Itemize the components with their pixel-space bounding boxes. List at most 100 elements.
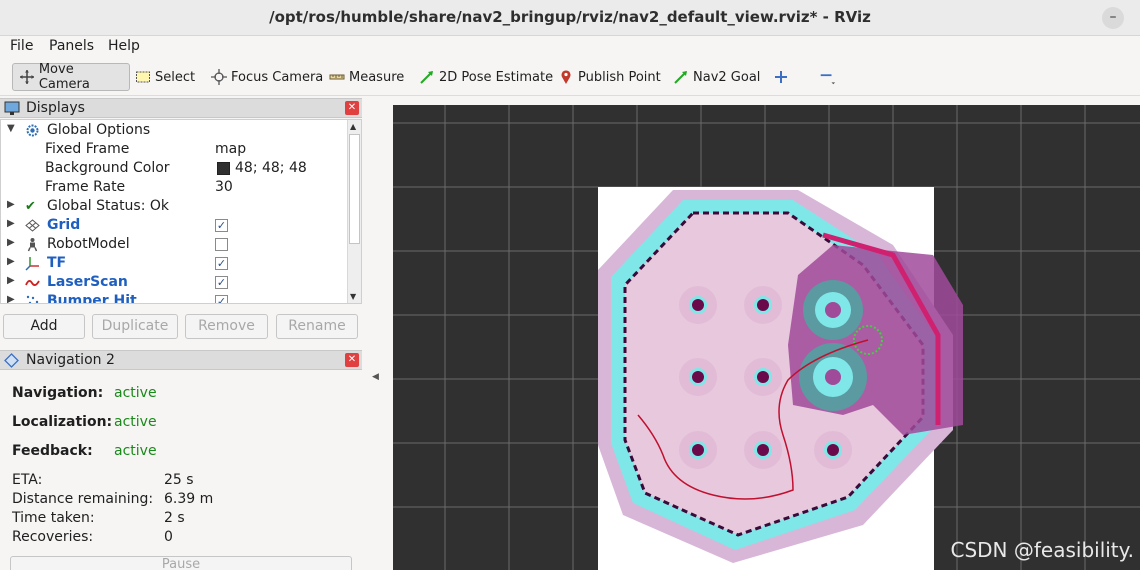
minus-icon <box>818 68 836 86</box>
grid-label: Grid <box>47 217 81 233</box>
navigation-panel-header: Navigation 2 ✕ <box>0 350 362 370</box>
fixed-frame-value[interactable]: map <box>215 141 246 157</box>
tree-row-frame-rate[interactable]: Frame Rate 30 <box>1 178 347 197</box>
robotmodel-label: RobotModel <box>47 236 130 252</box>
scrollbar-thumb[interactable] <box>349 134 360 244</box>
window-title: /opt/ros/humble/share/nav2_bringup/rviz/… <box>269 8 871 26</box>
tree-row-background-color[interactable]: Background Color 48; 48; 48 <box>1 159 347 178</box>
close-navigation-icon[interactable]: ✕ <box>345 353 359 367</box>
measure-tool[interactable]: Measure <box>328 63 404 91</box>
menu-help[interactable]: Help <box>108 38 140 54</box>
nav2-goal-tool[interactable]: Nav2 Goal <box>672 63 760 91</box>
tree-row-bumper-hit[interactable]: ▶ Bumper Hit ✓ <box>1 292 347 303</box>
expand-arrow-icon[interactable]: ▶ <box>7 294 15 303</box>
pause-button[interactable]: Pause <box>10 556 352 570</box>
title-bar: /opt/ros/humble/share/nav2_bringup/rviz/… <box>0 0 1140 36</box>
focus-camera-icon <box>210 68 228 86</box>
add-display-button[interactable]: Add <box>3 314 85 339</box>
time-label: Time taken: <box>12 510 95 526</box>
laserscan-icon <box>25 275 41 291</box>
menu-file[interactable]: File <box>10 38 33 54</box>
frame-rate-label: Frame Rate <box>45 179 126 195</box>
tree-row-global-options[interactable]: ▼ Global Options <box>1 121 347 140</box>
localization-value: active <box>114 414 157 430</box>
close-displays-icon[interactable]: ✕ <box>345 101 359 115</box>
rename-display-button[interactable]: Rename <box>276 314 358 339</box>
move-camera-tool[interactable]: Move Camera <box>12 62 130 92</box>
collapse-arrow-icon[interactable]: ◀ <box>372 372 379 382</box>
expand-arrow-icon[interactable]: ▶ <box>7 256 15 267</box>
tree-row-tf[interactable]: ▶ TF ✓ <box>1 254 347 273</box>
bumper-hit-icon <box>25 294 41 303</box>
remove-display-button[interactable]: Remove <box>185 314 268 339</box>
measure-label: Measure <box>349 69 405 85</box>
localization-label: Localization: <box>12 414 113 430</box>
expand-arrow-icon[interactable]: ▶ <box>7 237 15 248</box>
duplicate-display-button[interactable]: Duplicate <box>92 314 178 339</box>
focus-camera-label: Focus Camera <box>231 69 324 85</box>
feedback-label: Feedback: <box>12 443 93 459</box>
checkmark-icon: ✔ <box>25 199 36 214</box>
tree-row-robotmodel[interactable]: ▶ RobotModel <box>1 235 347 254</box>
remove-tool-button[interactable] <box>818 63 839 91</box>
navigation-panel: Navigation: active Localization: active … <box>0 371 362 570</box>
expand-arrow-icon[interactable]: ▼ <box>7 123 15 134</box>
robotmodel-checkbox[interactable] <box>215 238 228 251</box>
menu-bar: File Panels Help <box>0 36 1140 58</box>
watermark: CSDN @feasibility. <box>950 538 1134 562</box>
background-color-value[interactable]: 48; 48; 48 <box>235 160 307 176</box>
navigation-title: Navigation 2 <box>26 352 115 368</box>
tf-axes-icon <box>25 256 41 272</box>
publish-point-tool[interactable]: Publish Point <box>557 63 661 91</box>
monitor-icon <box>4 101 20 120</box>
tree-row-grid[interactable]: ▶ Grid ✓ <box>1 216 347 235</box>
expand-arrow-icon[interactable]: ▶ <box>7 218 15 229</box>
eta-label: ETA: <box>12 472 43 488</box>
tree-row-global-status[interactable]: ▶ ✔ Global Status: Ok <box>1 197 347 216</box>
expand-arrow-icon[interactable]: ▶ <box>7 275 15 286</box>
focus-camera-tool[interactable]: Focus Camera <box>210 63 323 91</box>
select-tool[interactable]: Select <box>134 63 195 91</box>
render-view[interactable]: CSDN @feasibility. <box>393 105 1140 570</box>
navigation-label: Navigation: <box>12 385 104 401</box>
goal-arrow-icon <box>672 68 690 86</box>
bumper-hit-checkbox[interactable]: ✓ <box>215 295 228 303</box>
tf-checkbox[interactable]: ✓ <box>215 257 228 270</box>
pose-estimate-label: 2D Pose Estimate <box>439 69 554 85</box>
displays-scrollbar[interactable]: ▲ ▼ <box>347 120 361 303</box>
move-camera-label: Move Camera <box>38 62 90 92</box>
map-canvas[interactable] <box>393 105 1140 570</box>
distance-value: 6.39 m <box>164 491 214 507</box>
time-value: 2 s <box>164 510 185 526</box>
publish-point-label: Publish Point <box>578 69 661 85</box>
displays-panel-header: Displays ✕ <box>0 98 362 118</box>
select-label: Select <box>155 69 196 85</box>
grid-icon <box>25 218 41 234</box>
color-swatch[interactable] <box>217 162 230 175</box>
tree-row-laserscan[interactable]: ▶ LaserScan ✓ <box>1 273 347 292</box>
scroll-down-icon[interactable]: ▼ <box>350 292 356 301</box>
add-tool-button[interactable] <box>772 63 793 91</box>
expand-arrow-icon[interactable]: ▶ <box>7 199 15 210</box>
menu-panels[interactable]: Panels <box>49 38 94 54</box>
frame-rate-value[interactable]: 30 <box>215 179 233 195</box>
grid-checkbox[interactable]: ✓ <box>215 219 228 232</box>
scroll-up-icon[interactable]: ▲ <box>350 122 356 131</box>
global-status-label: Global Status: Ok <box>47 198 170 214</box>
laserscan-label: LaserScan <box>47 274 128 290</box>
recoveries-value: 0 <box>164 529 173 545</box>
tf-label: TF <box>47 255 67 271</box>
laserscan-checkbox[interactable]: ✓ <box>215 276 228 289</box>
pose-estimate-tool[interactable]: 2D Pose Estimate <box>418 63 553 91</box>
robot-icon <box>25 237 41 253</box>
global-options-label: Global Options <box>47 122 151 138</box>
fixed-frame-label: Fixed Frame <box>45 141 130 157</box>
nav2-goal-label: Nav2 Goal <box>693 69 761 85</box>
panel-splitter[interactable]: ◀ <box>366 96 388 570</box>
pose-arrow-icon <box>418 68 436 86</box>
minimize-button[interactable]: – <box>1102 7 1124 29</box>
move-camera-icon <box>19 68 36 86</box>
ruler-icon <box>328 68 346 86</box>
recoveries-label: Recoveries: <box>12 529 94 545</box>
tree-row-fixed-frame[interactable]: Fixed Frame map <box>1 140 347 159</box>
